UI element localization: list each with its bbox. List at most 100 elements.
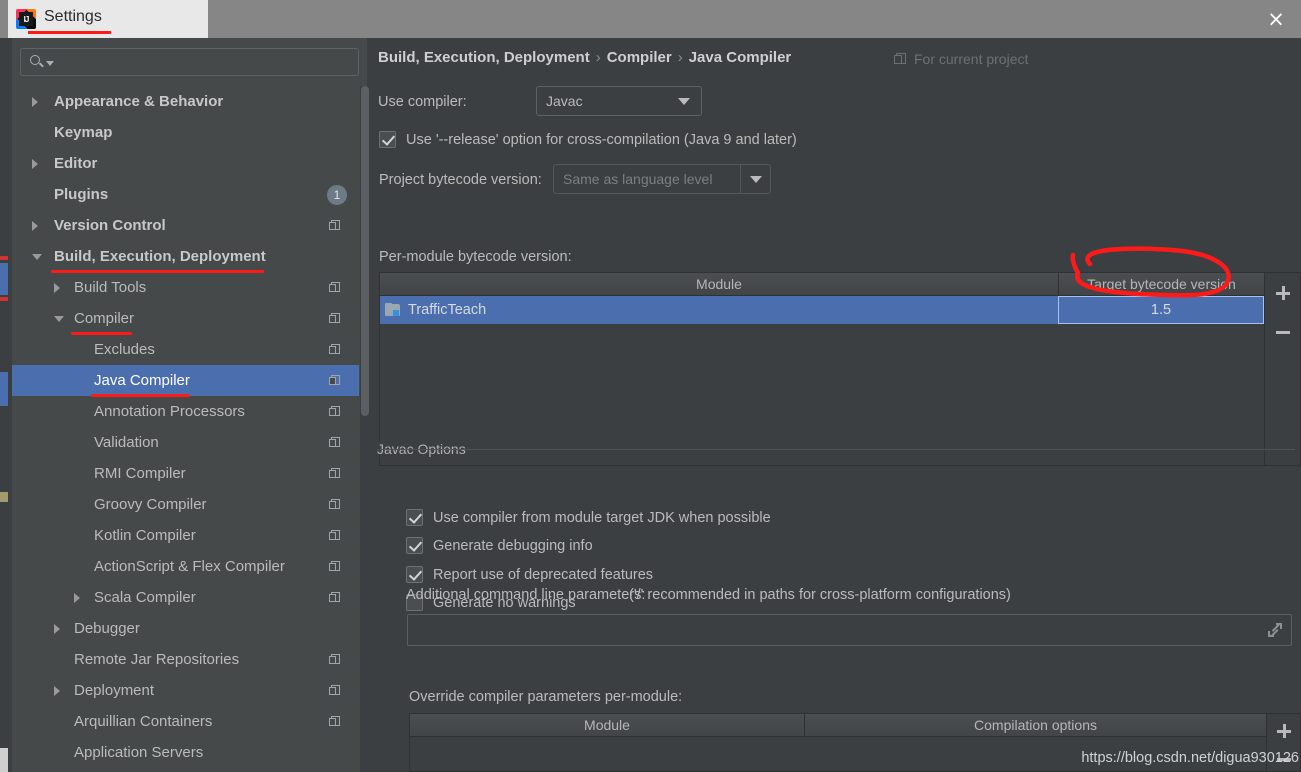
sidebar-item-kotlin-compiler[interactable]: Kotlin Compiler	[12, 520, 359, 551]
checkbox[interactable]	[406, 509, 423, 526]
sidebar-item-label: Annotation Processors	[94, 403, 245, 420]
sidebar-item-excludes[interactable]: Excludes	[12, 334, 359, 365]
chevron-down-icon[interactable]	[46, 61, 54, 66]
javac-option-generate-debugging-info[interactable]: Generate debugging info	[406, 537, 593, 554]
sidebar-item-label: Editor	[54, 155, 98, 172]
dialog-body: Appearance & Behavior Keymap Editor Plugins…	[8, 38, 1301, 772]
override-col-module[interactable]: Module	[410, 714, 804, 736]
target-bytecode-cell[interactable]: 1.5	[1058, 296, 1264, 324]
chevron-down-icon[interactable]	[740, 165, 770, 193]
search-box[interactable]	[20, 48, 359, 76]
checkbox[interactable]	[406, 566, 423, 583]
breadcrumb-item-1[interactable]: Compiler	[607, 49, 672, 66]
search-input[interactable]	[54, 54, 358, 70]
sidebar-item-arquillian-containers[interactable]: Arquillian Containers	[12, 706, 359, 737]
sidebar-item-build-tools[interactable]: Build Tools	[12, 272, 359, 303]
sidebar-item-label: Application Servers	[74, 744, 204, 761]
bytecode-col-target[interactable]: Target bytecode version	[1058, 273, 1264, 295]
copy-icon	[329, 312, 341, 325]
project-bytecode-select[interactable]: Same as language level	[553, 164, 771, 194]
expand-icon[interactable]	[1268, 623, 1282, 637]
javac-option-use-compiler-from-module-target-jdk-when-possible[interactable]: Use compiler from module target JDK when…	[406, 509, 771, 526]
override-col-options[interactable]: Compilation options	[804, 714, 1266, 736]
chevron-right-icon[interactable]	[32, 96, 38, 107]
add-override-row-button[interactable]	[1267, 714, 1300, 748]
title-bar: IJ Settings ×	[0, 0, 1301, 38]
sidebar-scrollbar-thumb[interactable]	[361, 86, 369, 416]
breadcrumb-separator: ›	[595, 49, 601, 66]
sidebar-item-rmi-compiler[interactable]: RMI Compiler	[12, 458, 359, 489]
javac-options-divider	[377, 449, 1295, 450]
javac-option-report-use-of-deprecated-features[interactable]: Report use of deprecated features	[406, 566, 653, 583]
sidebar-item-editor[interactable]: Editor	[12, 148, 359, 179]
bytecode-table-header: Module Target bytecode version	[380, 273, 1264, 296]
chevron-right-icon[interactable]	[32, 158, 38, 169]
project-bytecode-value: Same as language level	[563, 171, 713, 187]
chevron-down-icon[interactable]	[32, 253, 42, 260]
sidebar-item-actionscript-flex-compiler[interactable]: ActionScript & Flex Compiler	[12, 551, 359, 582]
chevron-right-icon[interactable]	[32, 220, 38, 231]
module-cell[interactable]: TrafficTeach	[380, 296, 1058, 324]
checkbox[interactable]	[406, 537, 423, 554]
use-compiler-label: Use compiler:	[378, 94, 467, 110]
sidebar-item-groovy-compiler[interactable]: Groovy Compiler	[12, 489, 359, 520]
window-title: Settings	[44, 8, 102, 25]
sidebar-item-java-compiler[interactable]: Java Compiler	[12, 365, 359, 397]
bytecode-col-module[interactable]: Module	[380, 273, 1058, 295]
use-compiler-value: Javac	[546, 93, 583, 109]
copy-icon	[329, 591, 341, 604]
release-option-checkbox[interactable]	[379, 131, 396, 148]
close-icon[interactable]: ×	[1263, 8, 1289, 32]
sidebar-item-debugger[interactable]: Debugger	[12, 613, 359, 644]
sidebar-item-label: RMI Compiler	[94, 465, 186, 482]
sidebar-item-label: Build Tools	[74, 279, 147, 296]
use-compiler-select[interactable]: Javac	[536, 86, 702, 116]
sidebar-item-deployment[interactable]: Deployment	[12, 675, 359, 706]
remove-bytecode-row-button[interactable]	[1265, 313, 1300, 351]
copy-icon	[329, 343, 341, 356]
sidebar-item-compiler[interactable]: Compiler	[12, 303, 359, 335]
sidebar-item-label: Kotlin Compiler	[94, 527, 196, 544]
copy-icon	[329, 219, 341, 232]
breadcrumb-item-2[interactable]: Java Compiler	[689, 49, 792, 66]
release-option-row[interactable]: Use '--release' option for cross-compila…	[379, 131, 797, 148]
chevron-right-icon[interactable]	[54, 623, 60, 634]
sidebar-item-validation[interactable]: Validation	[12, 427, 359, 458]
scope-label: For current project	[914, 51, 1029, 67]
bytecode-table-body: TrafficTeach 1.5	[380, 296, 1264, 324]
intellij-logo-icon: IJ	[16, 9, 36, 29]
sidebar-item-version-control[interactable]: Version Control	[12, 210, 359, 241]
copy-icon	[329, 560, 341, 573]
plus-icon	[1276, 724, 1291, 738]
additional-params-input[interactable]	[407, 614, 1292, 646]
sidebar-item-application-servers[interactable]: Application Servers	[12, 737, 359, 768]
search-icon	[29, 54, 45, 70]
copy-icon	[329, 653, 341, 666]
minus-icon	[1275, 330, 1290, 334]
chevron-right-icon[interactable]	[54, 282, 60, 293]
override-label: Override compiler parameters per-module:	[409, 689, 683, 705]
chevron-right-icon[interactable]	[74, 592, 80, 603]
checkbox-label: Use compiler from module target JDK when…	[433, 509, 771, 526]
sidebar-item-label: Scala Compiler	[94, 589, 196, 606]
sidebar-item-build-execution-deployment[interactable]: Build, Execution, Deployment	[12, 241, 359, 273]
sidebar-item-label: Appearance & Behavior	[54, 93, 224, 110]
sidebar-item-label: Keymap	[54, 124, 113, 141]
sidebar-item-scala-compiler[interactable]: Scala Compiler	[12, 582, 359, 613]
copy-icon	[329, 715, 341, 728]
add-bytecode-row-button[interactable]	[1265, 273, 1300, 313]
table-row[interactable]: TrafficTeach 1.5	[380, 296, 1264, 324]
sidebar-scrollbar-track[interactable]	[360, 86, 370, 772]
sidebar-item-label: Build, Execution, Deployment	[54, 248, 266, 265]
sidebar-item-label: Java Compiler	[94, 372, 190, 389]
breadcrumb-item-0[interactable]: Build, Execution, Deployment	[378, 49, 590, 66]
sidebar-item-keymap[interactable]: Keymap	[12, 117, 359, 148]
sidebar-item-annotation-processors[interactable]: Annotation Processors	[12, 396, 359, 427]
sidebar-item-remote-jar-repositories[interactable]: Remote Jar Repositories	[12, 644, 359, 675]
sidebar-item-plugins[interactable]: Plugins 1	[12, 179, 359, 210]
chevron-down-icon[interactable]	[54, 315, 64, 322]
chevron-right-icon[interactable]	[54, 685, 60, 696]
sidebar-item-appearance-behavior[interactable]: Appearance & Behavior	[12, 86, 359, 117]
sidebar-item-label: Excludes	[94, 341, 155, 358]
copy-icon	[329, 436, 341, 449]
